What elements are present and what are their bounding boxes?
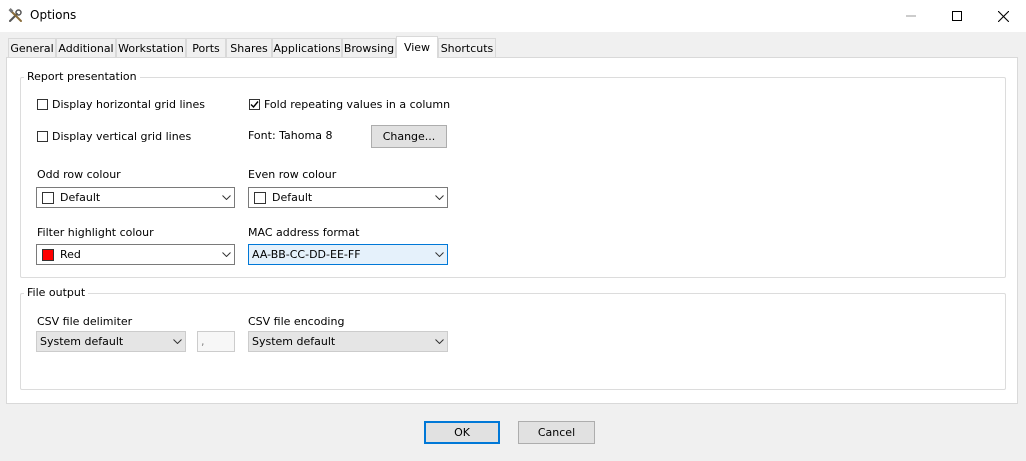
tab-shares[interactable]: Shares: [226, 38, 272, 57]
cancel-button[interactable]: Cancel: [518, 421, 595, 444]
tab-additional[interactable]: Additional: [56, 38, 116, 57]
chevron-down-icon: [169, 332, 185, 351]
colour-swatch: [42, 248, 54, 261]
report-presentation-label: Report presentation: [24, 70, 140, 83]
maximize-button[interactable]: [934, 0, 980, 32]
csv-encoding-label: CSV file encoding: [248, 315, 345, 328]
csv-delimiter-label: CSV file delimiter: [37, 315, 133, 328]
tab-general[interactable]: General: [8, 38, 56, 57]
checkmark-icon: [250, 101, 259, 109]
odd-row-colour-label: Odd row colour: [37, 168, 121, 181]
filter-highlight-label: Filter highlight colour: [37, 226, 154, 239]
colour-swatch: [254, 191, 266, 204]
change-font-button[interactable]: Change...: [371, 125, 447, 148]
csv-encoding-select[interactable]: System default: [248, 331, 448, 352]
mac-format-select[interactable]: AA-BB-CC-DD-EE-FF: [248, 244, 448, 265]
chevron-down-icon: [431, 188, 447, 207]
colour-swatch: [42, 191, 54, 204]
mac-format-label: MAC address format: [248, 226, 360, 239]
csv-delimiter-char-input[interactable]: ,: [197, 331, 235, 352]
vertical-grid-checkbox[interactable]: [37, 131, 48, 142]
csv-encoding-value: System default: [252, 335, 336, 348]
csv-delimiter-select[interactable]: System default: [36, 331, 186, 352]
fold-values-checkbox[interactable]: [249, 99, 260, 110]
maximize-icon: [952, 11, 962, 21]
chevron-down-icon: [431, 245, 447, 264]
tab-workstation[interactable]: Workstation: [116, 38, 186, 57]
horizontal-grid-label: Display horizontal grid lines: [52, 98, 206, 111]
tab-browsing[interactable]: Browsing: [342, 38, 396, 57]
minimize-button[interactable]: [888, 0, 934, 32]
chevron-down-icon: [218, 188, 234, 207]
tab-ports[interactable]: Ports: [186, 38, 226, 57]
tab-applications[interactable]: Applications: [272, 38, 342, 57]
filter-highlight-value: Red: [60, 248, 81, 261]
even-row-colour-label: Even row colour: [248, 168, 337, 181]
chevron-down-icon: [431, 332, 447, 351]
even-row-colour-select[interactable]: Default: [248, 187, 448, 208]
font-label: Font: Tahoma 8: [248, 129, 333, 142]
file-output-label: File output: [24, 286, 89, 299]
minimize-icon: [906, 15, 916, 17]
close-icon: [997, 10, 1009, 22]
horizontal-grid-checkbox[interactable]: [37, 99, 48, 110]
csv-delimiter-value: System default: [40, 335, 124, 348]
tab-shortcuts[interactable]: Shortcuts: [438, 38, 496, 57]
odd-row-colour-value: Default: [60, 191, 101, 204]
title-bar: Options: [0, 0, 1026, 32]
odd-row-colour-select[interactable]: Default: [36, 187, 235, 208]
window-title: Options: [30, 8, 77, 22]
even-row-colour-value: Default: [272, 191, 313, 204]
filter-highlight-select[interactable]: Red: [36, 244, 235, 265]
ok-button[interactable]: OK: [424, 421, 500, 444]
tools-icon: [8, 8, 24, 24]
chevron-down-icon: [218, 245, 234, 264]
tab-view[interactable]: View: [396, 36, 438, 58]
fold-values-label: Fold repeating values in a column: [264, 98, 451, 111]
mac-format-value: AA-BB-CC-DD-EE-FF: [252, 248, 361, 261]
vertical-grid-label: Display vertical grid lines: [52, 130, 192, 143]
close-button[interactable]: [980, 0, 1026, 32]
